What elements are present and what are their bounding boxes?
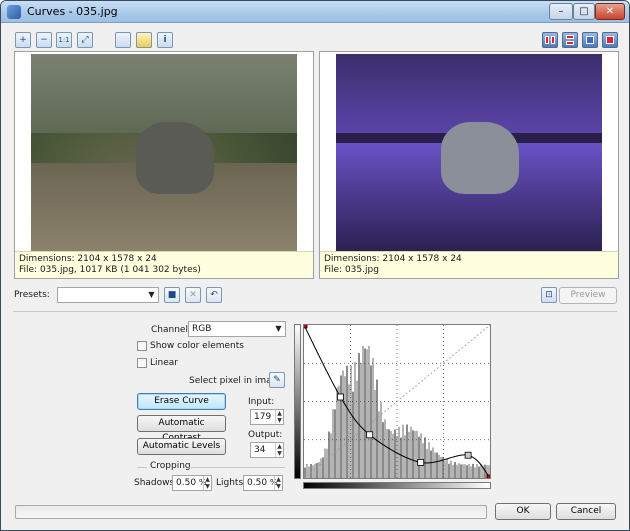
- automatic-contrast-button[interactable]: Automatic Contrast: [137, 415, 226, 443]
- lights-value: 0.50: [247, 478, 268, 488]
- curve-endpoint[interactable]: [304, 325, 308, 329]
- spin-arrows-icon[interactable]: ▲ ▼: [275, 443, 283, 457]
- curve-control-point[interactable]: [417, 458, 425, 466]
- lights-label: Lights:: [216, 478, 247, 488]
- shadows-label: Shadows:: [134, 478, 178, 488]
- original-dimensions: Dimensions: 2104 x 1578 x 24: [19, 254, 157, 264]
- divider: [13, 311, 617, 312]
- result-dimensions: Dimensions: 2104 x 1578 x 24: [324, 254, 462, 264]
- original-info: Dimensions: 2104 x 1578 x 24 File: 035.j…: [15, 251, 313, 278]
- input-label: Input:: [248, 397, 275, 407]
- info-icon[interactable]: i: [157, 32, 173, 48]
- divider: [189, 467, 285, 468]
- delete-preset-icon[interactable]: ✕: [185, 287, 201, 303]
- chevron-down-icon: ▼: [148, 290, 155, 299]
- original-image: [31, 54, 297, 252]
- input-gradient-bar: [303, 482, 491, 489]
- title-bar: Curves - 035.jpg – □ ✕: [1, 1, 629, 23]
- lock-icon[interactable]: ⊡: [541, 287, 557, 303]
- curve-control-point[interactable]: [366, 431, 374, 439]
- eyedropper-icon[interactable]: ✎: [269, 372, 285, 388]
- progress-bar: [15, 505, 487, 519]
- elephant-shape: [136, 122, 214, 194]
- zoom-in-icon[interactable]: +: [15, 32, 31, 48]
- favorite-icon[interactable]: [136, 32, 152, 48]
- output-label: Output:: [248, 430, 283, 440]
- cancel-button[interactable]: Cancel: [556, 503, 616, 520]
- spin-arrows-icon[interactable]: ▲ ▼: [274, 476, 282, 490]
- result-image: [336, 54, 602, 252]
- original-file: File: 035.jpg, 1017 KB (1 041 302 bytes): [19, 265, 201, 275]
- view-result-icon[interactable]: [602, 32, 618, 48]
- elephant-shape: [441, 122, 519, 194]
- chevron-down-icon: ▼: [275, 324, 282, 333]
- channel-select[interactable]: RGB ▼: [188, 321, 286, 337]
- divider: [137, 467, 147, 468]
- show-color-elements-label: Show color elements: [150, 341, 244, 351]
- window-title: Curves - 035.jpg: [27, 5, 118, 18]
- shadows-field[interactable]: 0.50 % ▲ ▼: [172, 475, 212, 491]
- erase-curve-button[interactable]: Erase Curve: [137, 393, 226, 410]
- view-stacked-icon[interactable]: [562, 32, 578, 48]
- minimize-button[interactable]: –: [549, 3, 573, 20]
- close-button[interactable]: ✕: [595, 3, 625, 20]
- cropping-title: Cropping: [150, 461, 191, 471]
- fit-to-window-icon[interactable]: ⤢: [77, 32, 93, 48]
- input-value: 179: [254, 412, 272, 422]
- actual-size-icon[interactable]: 1:1: [56, 32, 72, 48]
- curve-control-point[interactable]: [464, 451, 472, 459]
- curve-control-point[interactable]: [337, 393, 344, 401]
- preview-button[interactable]: Preview: [559, 287, 617, 304]
- channel-value: RGB: [192, 324, 212, 334]
- presets-label: Presets:: [14, 290, 50, 300]
- result-file: File: 035.jpg: [324, 265, 379, 275]
- result-preview-panel: Dimensions: 2104 x 1578 x 24 File: 035.j…: [319, 51, 619, 279]
- lights-field[interactable]: 0.50 % ▲ ▼: [243, 475, 283, 491]
- image-icon[interactable]: [115, 32, 131, 48]
- reset-icon[interactable]: ↶: [206, 287, 222, 303]
- shadows-value: 0.50: [176, 478, 197, 488]
- channel-label: Channel:: [151, 325, 191, 335]
- zoom-out-icon[interactable]: −: [36, 32, 52, 48]
- linear-checkbox[interactable]: [137, 358, 147, 368]
- linear-label: Linear: [150, 358, 178, 368]
- result-info: Dimensions: 2104 x 1578 x 24 File: 035.j…: [320, 251, 618, 278]
- curves-dialog: Curves - 035.jpg – □ ✕ + − 1:1 ⤢ i Dimen…: [0, 0, 630, 531]
- original-preview-panel: Dimensions: 2104 x 1578 x 24 File: 035.j…: [14, 51, 314, 279]
- presets-select[interactable]: ▼: [57, 287, 159, 303]
- automatic-levels-button[interactable]: Automatic Levels: [137, 438, 226, 455]
- curve-endpoint[interactable]: [486, 474, 490, 478]
- curve-editor[interactable]: [303, 324, 491, 479]
- spin-arrows-icon[interactable]: ▲ ▼: [275, 410, 283, 424]
- view-side-by-side-icon[interactable]: [542, 32, 558, 48]
- maximize-button[interactable]: □: [573, 3, 595, 20]
- input-field[interactable]: 179 ▲ ▼: [250, 409, 284, 425]
- output-field[interactable]: 34 ▲ ▼: [250, 442, 284, 458]
- output-value: 34: [254, 445, 266, 455]
- ok-button[interactable]: OK: [495, 503, 551, 520]
- output-gradient-bar: [294, 324, 301, 479]
- view-original-icon[interactable]: [582, 32, 598, 48]
- app-icon: [7, 5, 21, 19]
- spin-arrows-icon[interactable]: ▲ ▼: [203, 476, 211, 490]
- show-color-elements-checkbox[interactable]: [137, 341, 147, 351]
- save-preset-icon[interactable]: ■: [164, 287, 180, 303]
- curve-graph[interactable]: [304, 325, 490, 478]
